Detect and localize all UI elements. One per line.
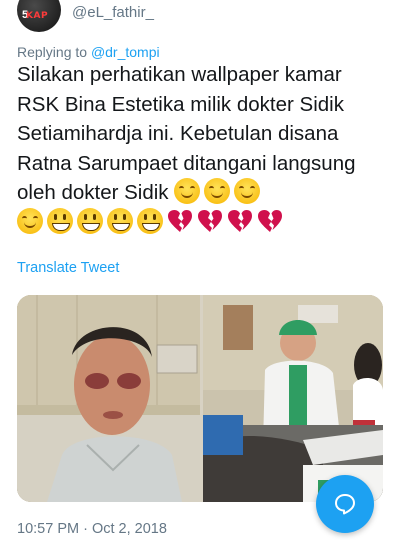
replying-to-prefix: Replying to <box>17 44 91 60</box>
broken-heart-emoji-icon <box>167 208 193 234</box>
smiling-face-emoji-icon <box>17 207 43 234</box>
username[interactable]: @eL_fathir_ <box>72 4 154 21</box>
avatar-badge-text: KAP <box>26 11 49 21</box>
tweet-text: Silakan perhatikan wallpaper kamar RSK B… <box>17 60 387 237</box>
speech-bubble-icon <box>335 494 355 515</box>
grinning-face-emoji-icon <box>107 207 133 234</box>
photo-doctor-illustration <box>203 295 383 502</box>
smiling-face-emoji-icon <box>204 178 231 204</box>
tweet-media[interactable] <box>17 295 383 502</box>
reply-mention-link[interactable]: @dr_tompi <box>91 44 160 60</box>
tweet-timestamp: 10:57 PM · Oct 2, 2018 <box>17 521 167 537</box>
photo-patient[interactable] <box>17 295 200 502</box>
grinning-face-emoji-icon <box>47 207 73 234</box>
replying-to: Replying to @dr_tompi <box>17 44 160 60</box>
broken-heart-emoji-icon <box>227 208 253 234</box>
broken-heart-emoji-icon <box>257 208 283 234</box>
photo-patient-illustration <box>17 295 200 502</box>
smiling-face-emoji-icon <box>234 178 261 204</box>
tweet-header: 5 KAP @eL_fathir_ <box>0 0 400 34</box>
smiling-face-emoji-icon <box>174 178 201 204</box>
grinning-face-emoji-icon <box>137 207 163 234</box>
compose-reply-button[interactable] <box>316 475 374 533</box>
translate-tweet-link[interactable]: Translate Tweet <box>17 260 119 276</box>
avatar[interactable]: 5 KAP <box>17 0 61 32</box>
photo-doctor[interactable] <box>203 295 383 502</box>
broken-heart-emoji-icon <box>197 208 223 234</box>
grinning-face-emoji-icon <box>77 207 103 234</box>
